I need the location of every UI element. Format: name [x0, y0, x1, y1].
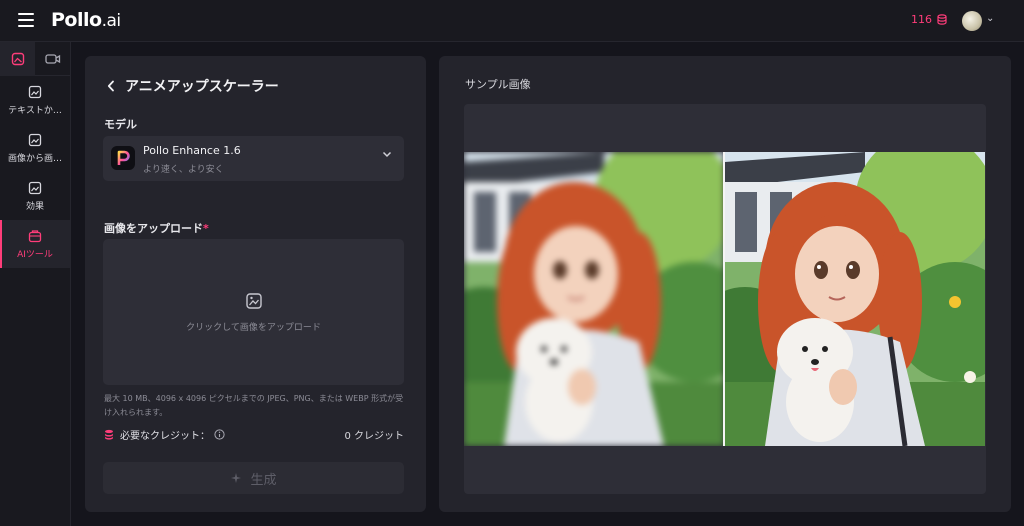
- sidebar-item-label: 効果: [25, 201, 44, 212]
- upload-label: 画像をアップロード*: [104, 220, 209, 236]
- preview-panel: サンプル画像: [439, 56, 1011, 512]
- upload-dropzone[interactable]: クリックして画像をアップロード: [103, 239, 404, 385]
- logo-suffix: .ai: [101, 11, 122, 31]
- chevron-down-icon: [382, 151, 392, 158]
- upload-prompt: クリックして画像をアップロード: [186, 322, 321, 333]
- model-select[interactable]: Pollo Enhance 1.6 より速く、より安く: [103, 136, 404, 181]
- sample-image-before: [464, 152, 724, 446]
- model-description: より速く、より安く: [143, 165, 224, 175]
- chevron-down-icon[interactable]: ⌄: [986, 13, 994, 24]
- logo[interactable]: Pollo.ai: [51, 9, 121, 31]
- credits-required-label: 必要なクレジット：: [120, 430, 210, 442]
- sparkle-icon: [231, 473, 242, 483]
- generate-label: 生成: [250, 472, 277, 488]
- sample-preview-area: [464, 104, 986, 494]
- sidebar-item-effects[interactable]: 効果: [0, 172, 70, 220]
- image-to-image-icon: [28, 133, 42, 146]
- text-to-image-icon: [28, 85, 42, 98]
- sidebar-item-ai-tools[interactable]: AIツール: [0, 220, 70, 268]
- top-bar: Pollo.ai 116 ⌄: [0, 0, 1024, 42]
- video-icon: [44, 54, 60, 64]
- image-icon: [11, 52, 24, 66]
- sidebar-item-label: AIツール: [17, 249, 53, 260]
- left-rail: テキストか… 画像から画… 効果 AIツール: [0, 42, 71, 526]
- sidebar-item-label: 画像から画…: [7, 153, 62, 164]
- model-name: Pollo Enhance 1.6: [143, 144, 241, 157]
- tab-video[interactable]: [35, 42, 70, 76]
- sample-image-after: [725, 152, 985, 446]
- page-title: アニメアップスケーラー: [125, 79, 279, 95]
- sample-title: サンプル画像: [465, 78, 531, 91]
- credits-required-row: 必要なクレジット： 0 クレジット: [104, 427, 404, 442]
- credits-balance[interactable]: 116: [911, 13, 947, 26]
- credits-required-value: 0 クレジット: [344, 430, 404, 442]
- effects-icon: [28, 181, 42, 194]
- sidebar-item-image-to-image[interactable]: 画像から画…: [0, 124, 70, 172]
- info-icon[interactable]: [214, 428, 225, 440]
- chevron-left-icon: [107, 80, 114, 92]
- settings-panel: アニメアップスケーラー モデル Pollo Enhance 1.6 より速く、よ…: [85, 56, 426, 512]
- generate-button[interactable]: 生成: [103, 462, 404, 494]
- upload-label-text: 画像をアップロード: [104, 222, 203, 235]
- menu-icon[interactable]: [18, 13, 34, 27]
- model-label: モデル: [104, 118, 137, 131]
- required-mark: *: [203, 222, 209, 235]
- credits-count: 116: [911, 13, 932, 26]
- user-avatar[interactable]: [962, 11, 982, 31]
- back-button[interactable]: アニメアップスケーラー: [107, 76, 279, 96]
- sidebar-item-label: テキストか…: [8, 105, 62, 116]
- upload-hint: 最大 10 MB、4096 x 4096 ピクセルまでの JPEG、PNG、また…: [104, 394, 404, 417]
- rail-tabs: [0, 42, 70, 76]
- logo-main: Pollo: [51, 9, 102, 31]
- sidebar-item-text-to-image[interactable]: テキストか…: [0, 76, 70, 124]
- coin-stack-icon: [937, 14, 947, 25]
- coin-stack-icon: [105, 429, 113, 440]
- pollo-logo-icon: [111, 146, 135, 170]
- tab-image[interactable]: [0, 42, 35, 76]
- ai-tools-icon: [28, 229, 42, 242]
- image-upload-icon: [245, 292, 262, 309]
- comparison-divider[interactable]: [723, 152, 725, 446]
